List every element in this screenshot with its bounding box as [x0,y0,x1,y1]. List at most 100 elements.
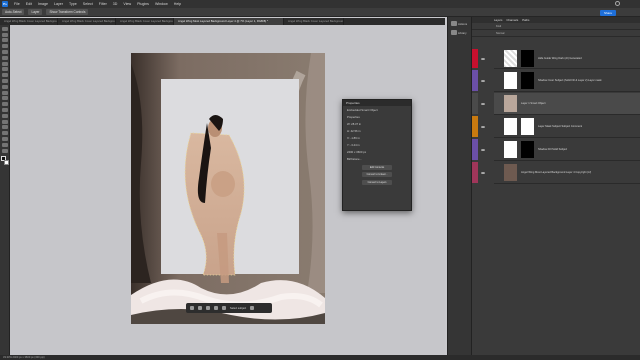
more-options-icon[interactable] [250,306,255,310]
layer-color-tag [472,116,478,137]
menu-edit[interactable]: Edit [26,2,32,6]
transform-icon[interactable] [214,306,218,310]
menu-layer[interactable]: Layer [54,2,63,6]
layer-thumbnail [504,141,517,158]
blend-mode-dropdown[interactable]: Normal [472,30,640,37]
menu-filter[interactable]: Filter [99,2,107,6]
photoshop-logo-icon[interactable]: Ps [2,1,8,7]
x-field[interactable]: X: -1.86 in [343,134,411,141]
history-brush-tool-icon[interactable] [2,84,8,89]
pen-tool-icon[interactable] [2,113,8,118]
layer-name[interactable]: Layer 1 Smart Object [521,102,546,105]
dodge-tool-icon[interactable] [2,107,8,112]
visibility-eye-icon[interactable] [481,79,485,82]
document-tab-active[interactable]: Angel Wing Most Layered Background Layer… [174,18,284,25]
menu-select[interactable]: Select [83,2,93,6]
visibility-eye-icon[interactable] [481,102,485,105]
healing-brush-tool-icon[interactable] [2,67,8,72]
document-image[interactable] [131,53,325,324]
context-label[interactable]: Select subject [230,307,246,310]
layer-mask-thumbnail[interactable] [521,118,534,135]
path-select-tool-icon[interactable] [2,125,8,130]
menu-plugins[interactable]: Plugins [137,2,149,6]
layer-name[interactable]: Shadow Fill Solid Subject [538,148,567,151]
layer-row-selected[interactable]: Layer 1 Smart Object [472,93,640,115]
document-tab[interactable]: Angel Wing Black Cover Layered Backgroun… [284,18,344,25]
gradient-tool-icon[interactable] [2,96,8,101]
visibility-eye-icon[interactable] [481,148,485,151]
tab-layers[interactable]: Layers [494,18,502,22]
document-tab[interactable]: Angel Wing Black Cover Layered Backgroun… [116,18,174,25]
layer-thumbnail [504,72,517,89]
remove-background-icon[interactable] [206,306,210,310]
move-tool-icon[interactable] [2,26,8,31]
convert-to-layers-button[interactable]: Convert to Layers [362,179,392,185]
zoom-tool-icon[interactable] [2,142,8,147]
mask-icon[interactable] [222,306,226,310]
select-subject-icon[interactable] [198,306,202,310]
actions-label[interactable]: Actions [458,22,471,26]
visibility-eye-icon[interactable] [481,125,485,128]
layer-color-tag [472,139,478,160]
more-tools-icon[interactable] [2,148,8,153]
eyedropper-tool-icon[interactable] [2,61,8,66]
background-color-swatch[interactable] [4,159,9,165]
menu-type[interactable]: Type [69,2,77,6]
lasso-tool-icon[interactable] [2,38,8,43]
menu-window[interactable]: Window [155,2,168,6]
properties-panel[interactable]: Properties Embedded Smart Object Propert… [342,99,412,211]
rectangle-tool-icon[interactable] [2,131,8,136]
menu-file[interactable]: File [14,2,20,6]
layer-color-tag [472,70,478,91]
layer-mask-thumbnail[interactable] [521,141,534,158]
actions-icon[interactable] [451,21,457,26]
layer-mask-thumbnail[interactable] [521,50,534,67]
share-button[interactable]: Share [600,9,616,16]
blur-tool-icon[interactable] [2,102,8,107]
document-tab[interactable]: Angel Wing Black Cover Layered Backgroun… [58,18,116,25]
type-tool-icon[interactable] [2,119,8,124]
clone-stamp-tool-icon[interactable] [2,78,8,83]
visibility-eye-icon[interactable] [481,57,485,60]
layer-dropdown[interactable]: Layer [28,9,43,15]
eraser-tool-icon[interactable] [2,90,8,95]
search-icon[interactable] [615,1,620,6]
layer-row[interactable]: Hide Guide Wing Dark (AI) Generated [472,49,640,69]
convert-to-linked-button[interactable]: Convert to Linked... [362,172,392,177]
properties-section-label: Properties [347,114,360,119]
tab-paths[interactable]: Paths [522,18,529,22]
library-icon[interactable] [451,30,457,35]
edit-contents-button[interactable]: Edit Contents [362,164,392,170]
menu-help[interactable]: Help [174,2,181,6]
layer-name[interactable]: Layer Mask Subject Subject Comment [538,125,582,128]
layer-row[interactable]: Layer Mask Subject Subject Comment [472,116,640,138]
layer-row[interactable]: Shadow Inner Subject (Solid Fill & Layer… [472,70,640,92]
document-tab[interactable]: Angel Wing Black Cover Layered Backgroun… [0,18,58,25]
layer-row[interactable]: Angel Wing Most Layered Background Layer… [472,162,640,184]
menu-view[interactable]: View [123,2,131,6]
marquee-tool-icon[interactable] [2,32,8,37]
transform-controls-checkbox[interactable]: Show Transform Controls [46,9,89,15]
layer-name[interactable]: Angel Wing Most Layered Background Layer… [521,171,591,174]
layer-name[interactable]: Hide Guide Wing Dark (AI) Generated [538,57,582,60]
frame-tool-icon[interactable] [2,55,8,60]
brush-tool-icon[interactable] [2,73,8,78]
layer-filter-kind[interactable]: Kind [472,23,640,30]
drag-handle-icon[interactable] [190,306,194,310]
menu-3d[interactable]: 3D [113,2,118,6]
crop-tool-icon[interactable] [2,49,8,54]
width-field[interactable]: W: 28.37 in [343,120,411,127]
object-select-tool-icon[interactable] [2,44,8,49]
y-field[interactable]: Y: -3.44 in [343,141,411,148]
visibility-eye-icon[interactable] [481,171,485,174]
hand-tool-icon[interactable] [2,136,8,141]
layer-row[interactable]: Shadow Fill Solid Subject [472,139,640,161]
library-label[interactable]: Library [458,31,471,35]
layer-thumbnail [504,118,517,135]
layer-mask-thumbnail[interactable] [521,72,534,89]
menu-image[interactable]: Image [38,2,48,6]
auto-select-checkbox[interactable]: Auto-Select [2,9,25,15]
height-field[interactable]: H: 42.56 in [343,127,411,134]
tab-channels[interactable]: Channels [506,18,518,22]
layer-name[interactable]: Shadow Inner Subject (Solid Fill & Layer… [538,79,602,82]
